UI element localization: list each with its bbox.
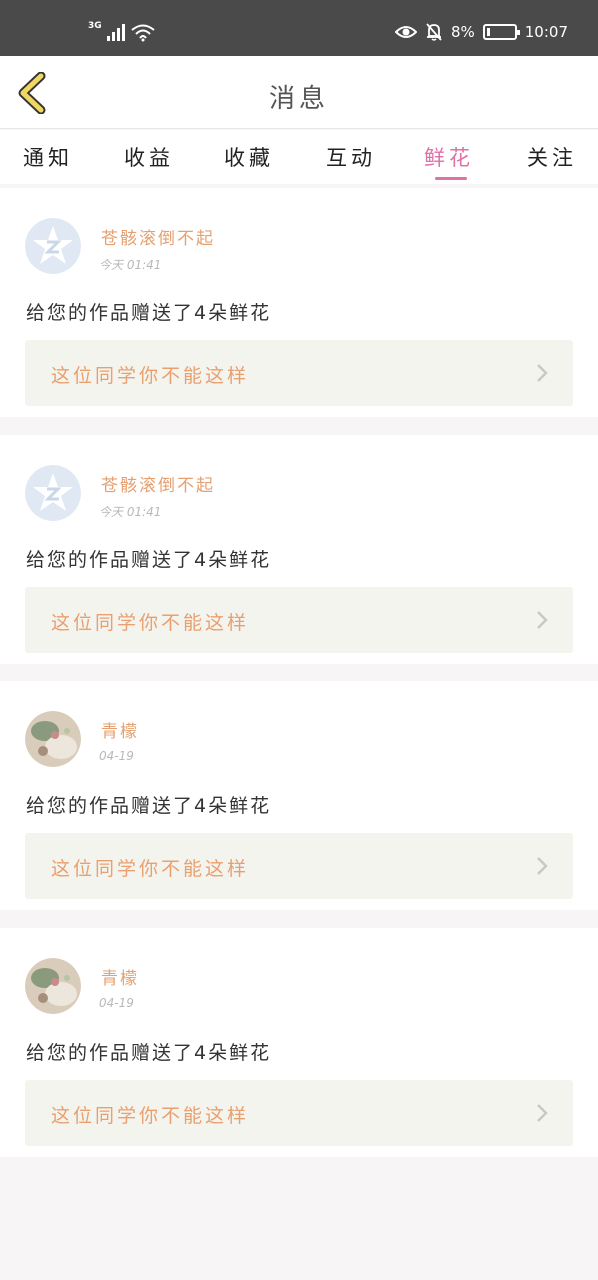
timestamp: 今天 01:41 xyxy=(99,505,162,519)
message-card: 青檬 04-19 给您的作品赠送了4朵鲜花 这位同学你不能这样 xyxy=(0,681,598,910)
message-text: 给您的作品赠送了4朵鲜花 xyxy=(26,549,272,571)
quote-text: 这位同学你不能这样 xyxy=(51,1105,250,1127)
message-card: 苍骸滚倒不起 今天 01:41 给您的作品赠送了4朵鲜花 这位同学你不能这样 xyxy=(0,188,598,417)
chevron-right-icon xyxy=(537,364,548,382)
network-type: 3G xyxy=(88,21,102,31)
bell-off-icon xyxy=(426,23,442,41)
tab-favorites[interactable]: 收藏 xyxy=(213,142,285,172)
username[interactable]: 苍骸滚倒不起 xyxy=(101,224,215,249)
message-text: 给您的作品赠送了4朵鲜花 xyxy=(26,795,272,817)
chevron-right-icon xyxy=(537,611,548,629)
active-tab-indicator xyxy=(435,177,467,180)
quote-box[interactable]: 这位同学你不能这样 xyxy=(25,587,573,653)
message-text: 给您的作品赠送了4朵鲜花 xyxy=(26,1042,272,1064)
quote-text: 这位同学你不能这样 xyxy=(51,365,250,387)
status-left: 3G xyxy=(88,21,156,42)
quote-box[interactable]: 这位同学你不能这样 xyxy=(25,340,573,406)
tab-bar: 通知 收益 收藏 互动 鲜花 关注 xyxy=(0,130,598,184)
message-card: 青檬 04-19 给您的作品赠送了4朵鲜花 这位同学你不能这样 xyxy=(0,928,598,1157)
quote-box[interactable]: 这位同学你不能这样 xyxy=(25,1080,573,1146)
eye-icon xyxy=(394,26,417,38)
timestamp: 04-19 xyxy=(99,996,134,1010)
tab-flowers-label: 鲜花 xyxy=(424,146,474,170)
page-title: 消息 xyxy=(268,84,329,114)
avatar[interactable] xyxy=(25,711,81,767)
chevron-right-icon xyxy=(537,857,548,875)
tab-following[interactable]: 关注 xyxy=(516,142,588,172)
tab-earnings[interactable]: 收益 xyxy=(113,142,185,172)
message-text: 给您的作品赠送了4朵鲜花 xyxy=(26,302,272,324)
message-card: 苍骸滚倒不起 今天 01:41 给您的作品赠送了4朵鲜花 这位同学你不能这样 xyxy=(0,435,598,664)
tab-flowers[interactable]: 鲜花 xyxy=(413,142,485,180)
tab-interactions[interactable]: 互动 xyxy=(315,142,387,172)
username[interactable]: 青檬 xyxy=(101,964,139,989)
quote-text: 这位同学你不能这样 xyxy=(51,858,250,880)
tab-notifications[interactable]: 通知 xyxy=(12,142,84,172)
quote-box[interactable]: 这位同学你不能这样 xyxy=(25,833,573,899)
avatar[interactable] xyxy=(25,958,81,1014)
chevron-right-icon xyxy=(537,1104,548,1122)
header: 消息 xyxy=(0,56,598,129)
username[interactable]: 苍骸滚倒不起 xyxy=(101,471,215,496)
timestamp: 今天 01:41 xyxy=(99,258,162,272)
wifi-icon xyxy=(131,24,155,42)
clock: 10:07 xyxy=(524,23,568,41)
status-right: 8% 10:07 xyxy=(394,22,568,42)
status-bar: 3G 8% 10:07 xyxy=(0,0,598,56)
avatar[interactable] xyxy=(25,218,81,274)
photo-avatar-icon xyxy=(25,958,81,1014)
timestamp: 04-19 xyxy=(99,749,134,763)
default-avatar-icon xyxy=(25,218,81,274)
battery-percent: 8% xyxy=(450,23,475,41)
photo-avatar-icon xyxy=(25,711,81,767)
signal-icon xyxy=(106,24,125,41)
quote-text: 这位同学你不能这样 xyxy=(51,612,250,634)
battery-level xyxy=(486,28,490,36)
username[interactable]: 青檬 xyxy=(101,717,139,742)
default-avatar-icon xyxy=(25,465,81,521)
avatar[interactable] xyxy=(25,465,81,521)
battery-icon xyxy=(482,24,520,40)
